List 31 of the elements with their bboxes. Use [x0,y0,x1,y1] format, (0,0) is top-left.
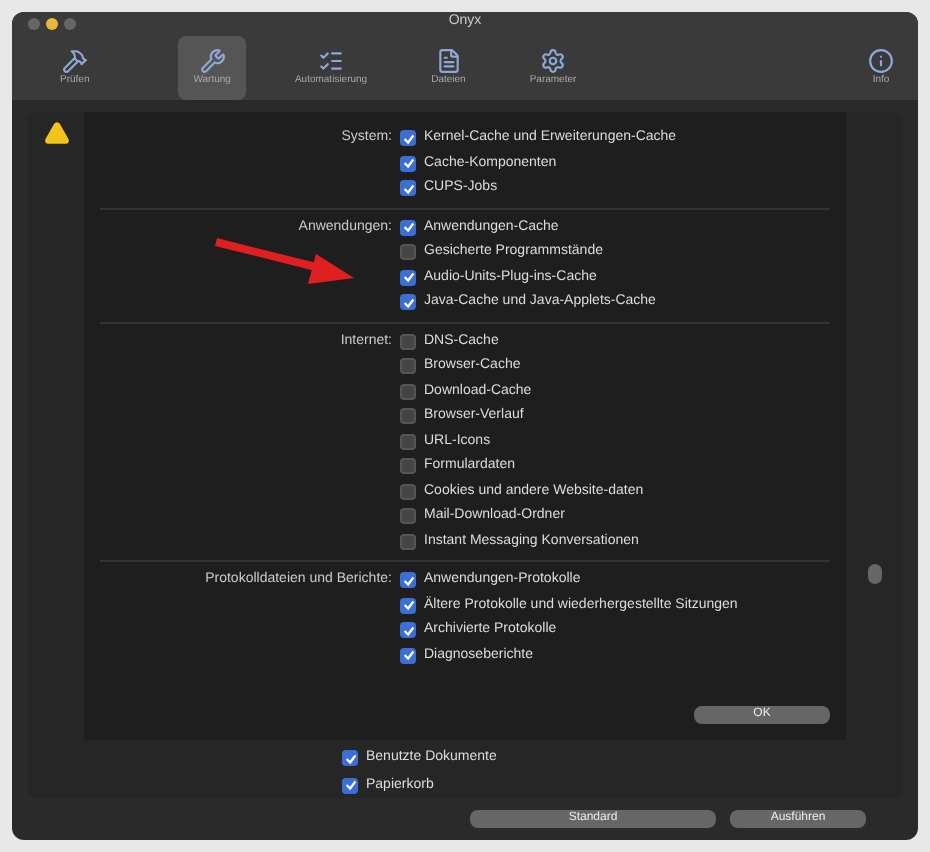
checkbox[interactable] [400,572,416,589]
checkbox[interactable] [400,483,416,500]
checkbox[interactable] [400,408,416,425]
checkbox[interactable] [400,622,416,639]
checkbox[interactable] [400,130,416,147]
checkbox[interactable] [400,219,416,236]
checkbox[interactable] [400,433,416,450]
scrollbar-thumb[interactable] [868,564,882,584]
wrench-icon [199,47,226,74]
info-icon [868,47,894,74]
annotation-arrow [212,236,356,288]
checkbox[interactable] [400,458,416,475]
gear-icon [540,47,566,74]
checkbox[interactable] [400,269,416,286]
minimize-button[interactable] [46,17,58,29]
checkbox[interactable] [400,647,416,664]
checkbox[interactable] [400,294,416,311]
list-icon [318,47,345,74]
checkbox[interactable] [400,533,416,550]
checkbox[interactable] [400,597,416,614]
checkbox[interactable] [400,383,416,400]
checkbox[interactable] [400,244,416,261]
checkbox[interactable] [400,180,416,197]
checkbox[interactable] [342,777,358,794]
checkbox[interactable] [400,508,416,525]
checkbox[interactable] [400,155,416,172]
checkbox[interactable] [400,358,416,375]
checkbox[interactable] [400,333,416,350]
checkbox[interactable] [342,750,358,767]
warning-icon [44,120,70,146]
file-icon [435,47,462,74]
